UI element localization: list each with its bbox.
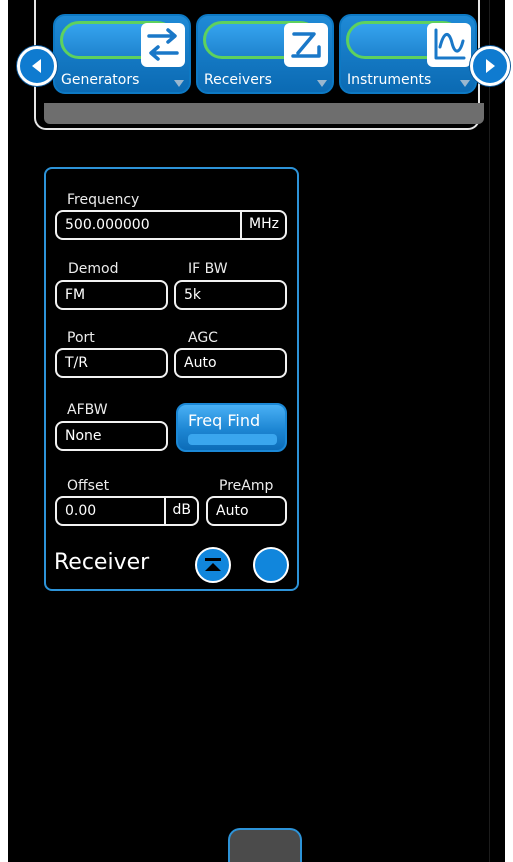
panel-title: Receiver [54,550,150,575]
if-bw-value: 5k [184,287,202,303]
afbw-field[interactable]: None [55,421,168,451]
bottom-drawer-tab[interactable] [228,828,302,862]
frequency-label: Frequency [67,192,140,208]
generators-button[interactable]: Generators [53,14,191,94]
freq-find-button[interactable]: Freq Find [176,403,287,452]
agc-field[interactable]: Auto [174,348,287,378]
preamp-label: PreAmp [219,478,274,494]
offset-value: 0.00 [65,503,97,519]
frequency-value: 500.000000 [65,217,150,233]
scroll-right-button[interactable] [470,46,510,86]
panel-option-button[interactable] [253,547,289,583]
preamp-value: Auto [216,503,249,519]
collapse-panel-button[interactable] [195,547,231,583]
afbw-label: AFBW [67,402,108,418]
preamp-field[interactable]: Auto [206,496,287,526]
demod-field[interactable]: FM [55,280,168,310]
freq-find-label: Freq Find [188,411,261,430]
if-bw-field[interactable]: 5k [174,280,287,310]
port-value: T/R [65,355,88,371]
generators-label: Generators [61,72,140,88]
generators-chevron-down-icon [174,80,184,87]
offset-label: Offset [67,478,110,494]
receivers-chevron-down-icon [317,80,327,87]
instruments-button[interactable]: Instruments [339,14,477,94]
instruments-chevron-down-icon [460,80,470,87]
instruments-waveform-icon [427,23,471,67]
instruments-label: Instruments [347,72,432,88]
demod-label: Demod [68,261,119,277]
agc-label: AGC [188,330,218,346]
receivers-label: Receivers [204,72,272,88]
offset-unit-selector[interactable]: dB [163,498,198,524]
collapse-up-icon [205,558,221,571]
frequency-field[interactable]: 500.000000 MHz [55,210,287,240]
scroll-left-button[interactable] [17,46,57,86]
agc-value: Auto [184,355,217,371]
left-arrow-icon [32,59,41,73]
if-bw-label: IF BW [188,261,228,277]
freq-find-indicator-bar [188,434,277,445]
port-label: Port [67,330,95,346]
right-arrow-icon [486,59,495,73]
generators-arrows-icon [141,23,185,67]
tray-handle-bar[interactable] [44,103,484,124]
port-field[interactable]: T/R [55,348,168,378]
column-divider [489,0,490,862]
frequency-unit-selector[interactable]: MHz [240,212,285,238]
offset-field[interactable]: 0.00 dB [55,496,199,526]
receivers-arrow-icon [284,23,328,67]
demod-value: FM [65,287,86,303]
afbw-value: None [65,428,102,444]
receivers-button[interactable]: Receivers [196,14,334,94]
